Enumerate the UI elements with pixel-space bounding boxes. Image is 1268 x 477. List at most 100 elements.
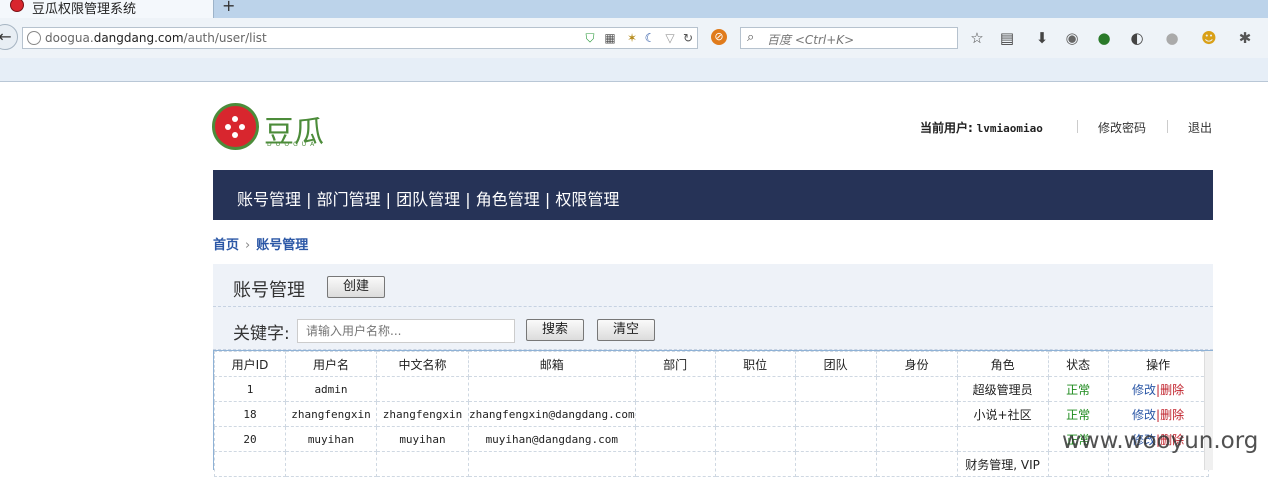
block-icon[interactable]: ⊘ [711, 29, 727, 45]
breadcrumb-current[interactable]: 账号管理 [256, 238, 308, 253]
dropdown-icon[interactable]: ▽ [663, 31, 677, 45]
browser-toolbar: ← doogua.dangdang.com/auth/user/list ⛉ ▦… [0, 18, 1268, 58]
doogua-logo[interactable]: 豆瓜 DOOGUA [212, 103, 332, 155]
cell-cn-name [376, 451, 469, 477]
current-user-name: lvmiaomiao [976, 122, 1043, 135]
search-box[interactable]: ⌕ 百度 <Ctrl+K> [740, 27, 958, 49]
face-icon[interactable]: ☻ [1200, 29, 1218, 47]
cell-team [794, 451, 877, 477]
cell-dept [634, 426, 716, 452]
cell-username: zhangfengxin [285, 401, 377, 427]
logout-link[interactable]: 退出 [1188, 119, 1212, 136]
nav-separator: | [539, 190, 556, 209]
edit-link[interactable]: 修改 [1132, 383, 1156, 397]
reload-icon[interactable]: ↻ [681, 31, 695, 45]
cell-cn-name [376, 376, 469, 402]
nav-item-accounts[interactable]: 账号管理 [237, 190, 301, 209]
browser-tab[interactable]: 豆瓜权限管理系统 [0, 0, 214, 18]
addon-gray-icon[interactable]: ● [1163, 29, 1181, 47]
cell-position [714, 401, 796, 427]
current-user-info: 当前用户: lvmiaomiao [920, 119, 1043, 136]
column-header: 职位 [714, 351, 796, 377]
table-header-row: 用户ID 用户名 中文名称 邮箱 部门 职位 团队 身份 角色 状态 操作 [214, 351, 1209, 377]
address-bar[interactable]: doogua.dangdang.com/auth/user/list ⛉ ▦ ✶… [22, 27, 698, 49]
cell-role: 小说+社区 [956, 401, 1049, 427]
keyword-input[interactable] [297, 319, 515, 343]
cell-actions [1107, 451, 1209, 477]
change-password-link[interactable]: 修改密码 [1098, 119, 1146, 136]
table-row: 财务管理, VIP [214, 451, 1209, 477]
nav-item-departments[interactable]: 部门管理 [317, 190, 381, 209]
extension-icon[interactable]: ✶ [625, 31, 639, 45]
column-header: 中文名称 [376, 351, 469, 377]
search-placeholder: 百度 <Ctrl+K> [767, 33, 855, 47]
cell-actions: 修改|删除 [1107, 376, 1209, 402]
table-row: 20 muyihan muyihan muyihan@dangdang.com … [214, 426, 1209, 452]
new-tab-button[interactable]: + [222, 0, 235, 15]
delete-link[interactable]: 删除 [1160, 408, 1184, 422]
cell-status: 正常 [1047, 376, 1109, 402]
palette-icon[interactable]: ◐ [1128, 29, 1146, 47]
nav-item-roles[interactable]: 角色管理 [476, 190, 540, 209]
cell-user-id [214, 451, 286, 477]
cell-status: 正常 [1047, 401, 1109, 427]
bug-icon[interactable]: ✱ [1236, 29, 1254, 47]
nav-separator: | [301, 190, 317, 209]
delete-link[interactable]: 删除 [1160, 383, 1184, 397]
cell-user-id: 20 [214, 426, 286, 452]
cell-email: muyihan@dangdang.com [468, 426, 636, 452]
site-favicon-icon [10, 0, 24, 12]
cell-cn-name: zhangfengxin [376, 401, 469, 427]
cell-username [285, 451, 377, 477]
cell-role: 超级管理员 [956, 376, 1049, 402]
search-button[interactable]: 搜索 [526, 319, 584, 341]
cell-email [468, 376, 636, 402]
back-button[interactable]: ← [0, 24, 18, 50]
nav-separator: | [460, 190, 476, 209]
cell-position [714, 451, 796, 477]
cell-role: 财务管理, VIP [956, 451, 1049, 477]
create-button[interactable]: 创建 [327, 276, 385, 298]
qr-code-icon[interactable]: ▦ [603, 31, 617, 45]
cell-team [794, 426, 877, 452]
cell-position [714, 426, 796, 452]
shield-icon[interactable]: ⛉ [583, 31, 597, 45]
bookmarks-bar [0, 58, 1268, 82]
clear-button[interactable]: 清空 [597, 319, 655, 341]
cell-dept [634, 401, 716, 427]
divider [1167, 120, 1168, 133]
nav-item-teams[interactable]: 团队管理 [396, 190, 460, 209]
column-header: 身份 [875, 351, 958, 377]
cell-position [714, 376, 796, 402]
column-header: 状态 [1047, 351, 1109, 377]
cell-actions: 修改|删除 [1107, 401, 1209, 427]
moon-icon[interactable]: ☾ [643, 31, 657, 45]
main-nav: 账号管理 | 部门管理 | 团队管理 | 角色管理 | 权限管理 [213, 170, 1213, 220]
panel-divider [213, 306, 1213, 307]
addon-icon[interactable]: ◉ [1063, 29, 1081, 47]
column-header: 操作 [1107, 351, 1209, 377]
breadcrumb: 首页 › 账号管理 [213, 234, 308, 253]
cell-cn-name: muyihan [376, 426, 469, 452]
reading-list-icon[interactable]: ▤ [998, 29, 1016, 47]
cell-dept [634, 451, 716, 477]
nav-item-permissions[interactable]: 权限管理 [555, 190, 619, 209]
cell-email: zhangfengxin@dangdang.com [468, 401, 636, 427]
edit-link[interactable]: 修改 [1132, 408, 1156, 422]
addon-green-icon[interactable]: ● [1095, 29, 1113, 47]
search-icon: ⌕ [747, 30, 755, 45]
cell-team [794, 401, 877, 427]
bookmark-star-icon[interactable]: ☆ [968, 29, 986, 47]
cell-identity [875, 451, 958, 477]
cell-identity [875, 376, 958, 402]
cell-username: muyihan [285, 426, 377, 452]
table-row: 18 zhangfengxin zhangfengxin zhangfengxi… [214, 401, 1209, 427]
cell-identity [875, 401, 958, 427]
breadcrumb-home[interactable]: 首页 [213, 238, 239, 253]
watermark: www.wooyun.org [1062, 428, 1259, 454]
globe-icon [27, 31, 41, 45]
table-row: 1 admin 超级管理员 正常 修改|删除 [214, 376, 1209, 402]
column-header: 邮箱 [468, 351, 636, 377]
column-header: 用户ID [214, 351, 286, 377]
download-icon[interactable]: ⬇ [1033, 29, 1051, 47]
